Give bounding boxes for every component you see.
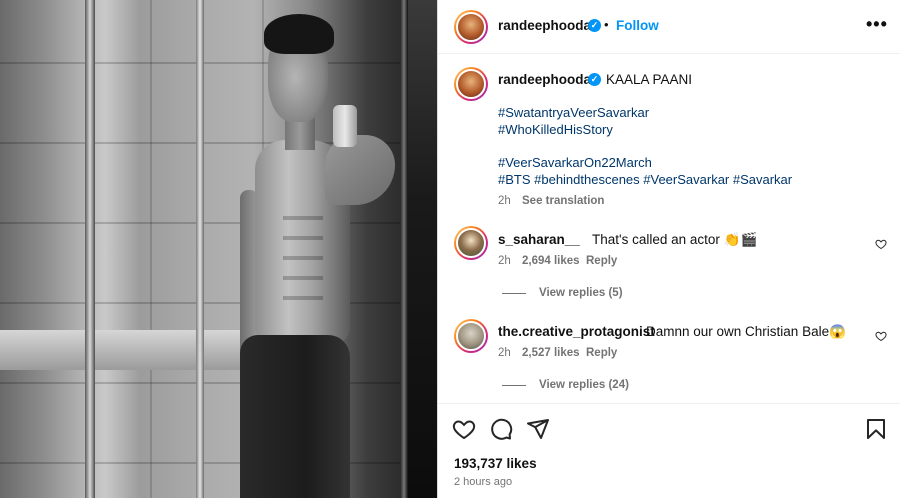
post-header: randeephooda ✓ Follow • ••• xyxy=(438,0,900,54)
shower-frame xyxy=(85,0,95,498)
heart-icon[interactable] xyxy=(875,238,887,250)
share-icon[interactable] xyxy=(526,417,550,441)
bookmark-icon[interactable] xyxy=(864,417,888,441)
post-time[interactable]: 2 hours ago xyxy=(454,476,512,488)
caption-time[interactable]: 2h xyxy=(498,195,511,207)
comment-likes[interactable]: 2,527 likes xyxy=(522,347,580,359)
hashtag-line[interactable]: #VeerSavarkarOn22March xyxy=(498,155,652,170)
post-photo[interactable] xyxy=(0,0,437,498)
comment-likes[interactable]: 2,694 likes xyxy=(522,255,580,267)
comment-time: 2h xyxy=(498,347,511,359)
hashtag-line[interactable]: #BTS #behindthescenes #VeerSavarkar #Sav… xyxy=(498,172,792,187)
comment-time: 2h xyxy=(498,255,511,267)
avatar[interactable] xyxy=(454,10,488,44)
hashtag-line[interactable]: #WhoKilledHisStory xyxy=(498,122,613,137)
author-username[interactable]: randeephooda xyxy=(498,18,591,33)
tile-line xyxy=(150,0,152,498)
instagram-post: randeephooda ✓ Follow • ••• randeephooda… xyxy=(0,0,900,498)
reply-button[interactable]: Reply xyxy=(586,255,617,267)
tile-line xyxy=(0,62,437,64)
verified-icon: ✓ xyxy=(588,73,601,86)
heart-icon[interactable] xyxy=(875,330,887,342)
post-sidebar: randeephooda ✓ Follow • ••• randeephooda… xyxy=(437,0,900,498)
mirror-edge xyxy=(400,0,408,498)
comment-username[interactable]: the.creative_protagonist xyxy=(498,324,655,339)
likes-count[interactable]: 193,737 likes xyxy=(454,456,537,471)
tile-line xyxy=(0,302,437,304)
more-icon[interactable]: ••• xyxy=(866,14,888,35)
caption-username[interactable]: randeephooda xyxy=(498,72,591,87)
comment-text: That's called an actor 👏🎬 xyxy=(592,232,758,247)
replies-divider xyxy=(502,293,526,294)
caption-text: KAALA PAANI xyxy=(606,72,693,87)
tile-line xyxy=(0,462,437,464)
caption-avatar[interactable] xyxy=(454,67,488,101)
comment-avatar[interactable] xyxy=(454,226,488,260)
verified-icon: ✓ xyxy=(588,19,601,32)
comment-username[interactable]: s_saharan__ xyxy=(498,232,580,247)
person-shorts xyxy=(240,335,350,498)
heart-icon[interactable] xyxy=(452,417,476,441)
phone xyxy=(333,105,357,147)
comment-icon[interactable] xyxy=(489,417,513,441)
bath-ledge xyxy=(0,330,240,370)
person-abs xyxy=(283,200,323,310)
tile-line xyxy=(0,222,437,224)
mirror-reflection xyxy=(408,0,437,498)
see-translation-button[interactable]: See translation xyxy=(522,195,604,207)
view-replies-button[interactable]: View replies (24) xyxy=(539,379,629,391)
view-replies-button[interactable]: View replies (5) xyxy=(539,287,623,299)
action-bar: 193,737 likes 2 hours ago xyxy=(438,403,900,498)
comment-text: Damnn our own Christian Bale😱 xyxy=(646,324,846,339)
replies-divider xyxy=(502,385,526,386)
tile-line xyxy=(0,382,437,384)
comment-avatar[interactable] xyxy=(454,319,488,353)
hashtag-line[interactable]: #SwatantryaVeerSavarkar xyxy=(498,105,649,120)
person-hair xyxy=(264,14,334,54)
follow-button[interactable]: Follow xyxy=(616,18,659,33)
shower-frame xyxy=(196,0,204,498)
separator: • xyxy=(604,17,609,32)
reply-button[interactable]: Reply xyxy=(586,347,617,359)
